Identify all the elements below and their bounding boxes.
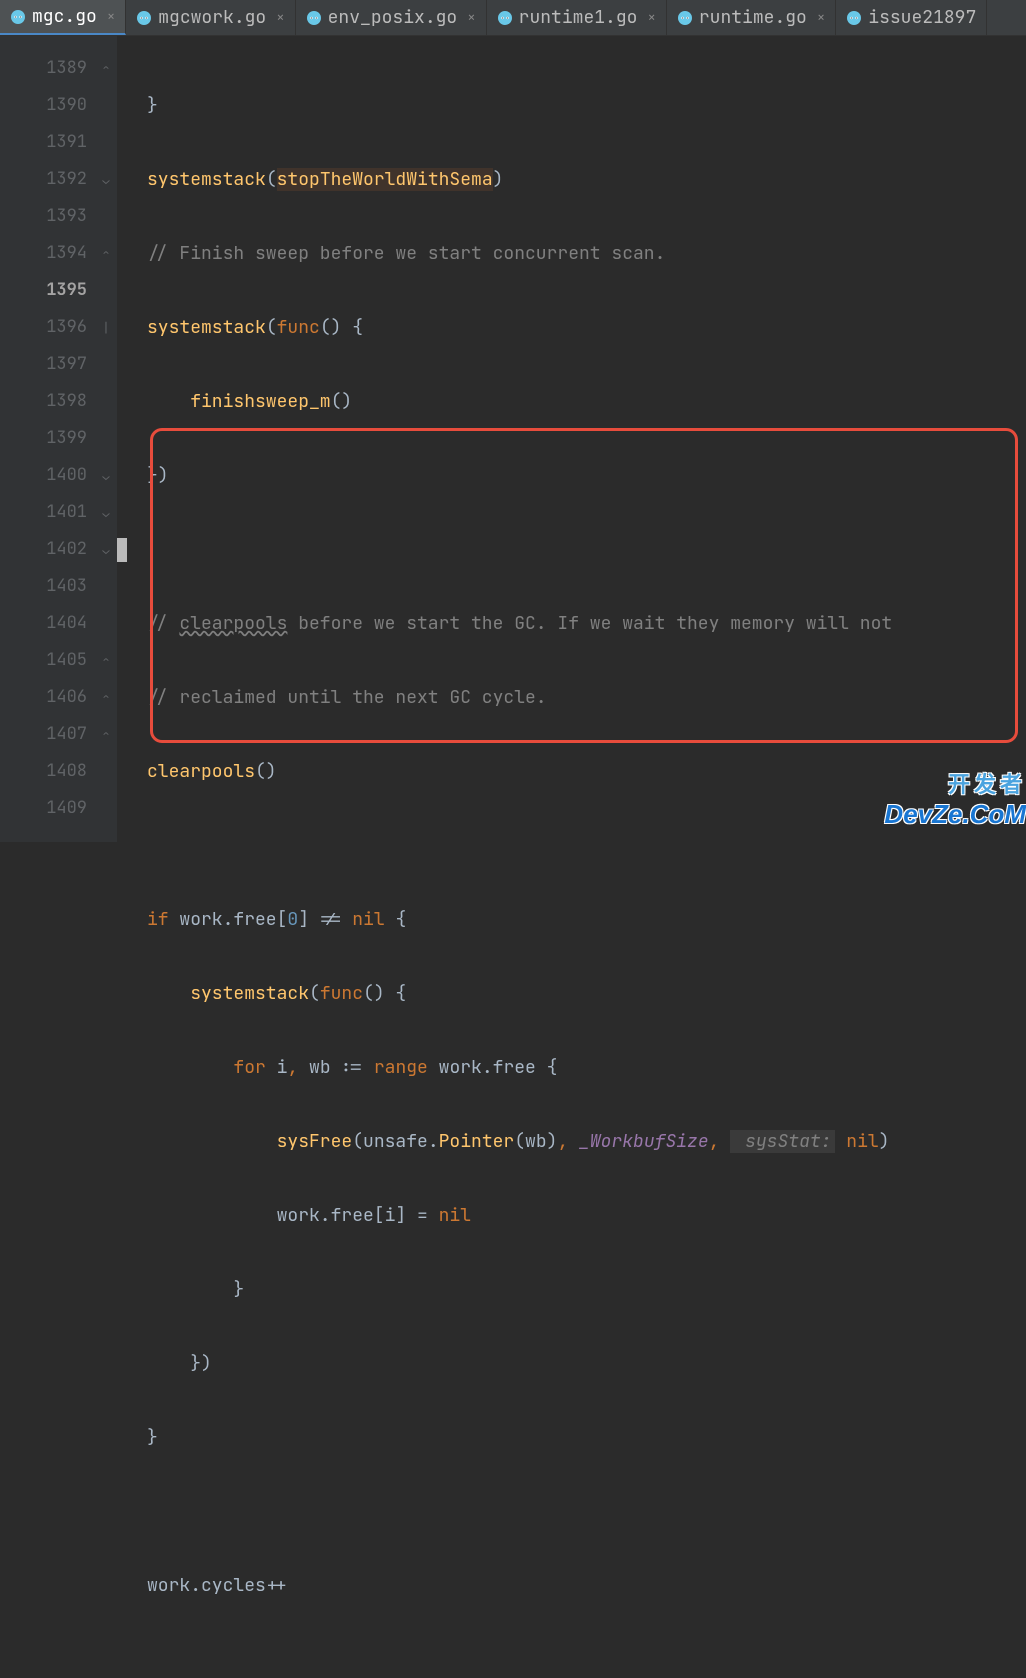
- code-line: systemstack(func() {: [147, 309, 1026, 346]
- fold-marker[interactable]: |: [95, 309, 117, 346]
- code-line: // clearpools before we start the GC. If…: [147, 605, 1026, 642]
- line-number: 1407: [0, 716, 87, 753]
- go-file-icon: [10, 9, 26, 25]
- code-line: for i, wb := range work.free {: [147, 1049, 1026, 1086]
- code-line: }): [147, 457, 1026, 494]
- code-line: work.cycles++: [147, 1567, 1026, 1604]
- fold-marker: [95, 346, 117, 383]
- editor-area: 1389139013911392139313941395139613971398…: [0, 36, 1026, 842]
- line-number: 1393: [0, 198, 87, 235]
- code-line: clearpools(): [147, 753, 1026, 790]
- go-file-icon: [677, 10, 693, 26]
- code-line: }: [147, 1419, 1026, 1456]
- line-number: 1409: [0, 790, 87, 827]
- close-icon[interactable]: ×: [107, 8, 115, 26]
- code-line: [147, 1493, 1026, 1530]
- close-icon[interactable]: ×: [467, 9, 475, 27]
- tab-label: runtime1.go: [519, 6, 638, 29]
- line-number: 1401: [0, 494, 87, 531]
- fold-marker: [95, 198, 117, 235]
- tab-label: issue21897: [868, 6, 976, 29]
- code-line: }): [147, 1345, 1026, 1382]
- fold-marker: [95, 383, 117, 420]
- code-line: [147, 827, 1026, 864]
- fold-marker: [95, 790, 117, 827]
- tab-mgc[interactable]: mgc.go ×: [0, 0, 126, 35]
- line-number: 1395: [0, 272, 87, 309]
- close-icon[interactable]: ×: [817, 9, 825, 27]
- fold-marker: [95, 124, 117, 161]
- line-number-gutter: 1389139013911392139313941395139613971398…: [0, 36, 95, 842]
- fold-marker[interactable]: ⌃: [95, 716, 117, 753]
- code-line: // Finish sweep before we start concurre…: [147, 235, 1026, 272]
- line-number: 1392: [0, 161, 87, 198]
- fold-marker[interactable]: ⌄: [95, 457, 117, 494]
- line-number: 1406: [0, 679, 87, 716]
- fold-marker[interactable]: ⌃: [95, 679, 117, 716]
- tab-mgcwork[interactable]: mgcwork.go ×: [126, 0, 295, 35]
- close-icon[interactable]: ×: [276, 9, 284, 27]
- code-line: // reclaimed until the next GC cycle.: [147, 679, 1026, 716]
- fold-marker[interactable]: ⌃: [95, 642, 117, 679]
- fold-column: ⌃⌄⌃|⌄⌄⌄⌃⌃⌃: [95, 36, 117, 842]
- editor-tabs: mgc.go × mgcwork.go × env_posix.go × run…: [0, 0, 1026, 36]
- fold-marker: [95, 87, 117, 124]
- fold-marker[interactable]: ⌃: [95, 235, 117, 272]
- line-number: 1402: [0, 531, 87, 568]
- tab-issue21897[interactable]: issue21897: [836, 0, 987, 35]
- code-line-current: [117, 531, 1026, 568]
- text-cursor: [117, 538, 127, 562]
- tab-label: mgc.go: [32, 5, 97, 28]
- fold-marker[interactable]: ⌄: [95, 161, 117, 198]
- code-line: systemstack(func() {: [147, 975, 1026, 1012]
- code-line: }: [147, 87, 1026, 124]
- line-number: 1390: [0, 87, 87, 124]
- fold-marker[interactable]: ⌄: [95, 531, 117, 568]
- code-line: finishsweep_m(): [147, 383, 1026, 420]
- line-number: 1397: [0, 346, 87, 383]
- line-number: 1403: [0, 568, 87, 605]
- code-area[interactable]: } systemstack(stopTheWorldWithSema) // F…: [117, 36, 1026, 842]
- tab-runtime1[interactable]: runtime1.go ×: [487, 0, 667, 35]
- line-number: 1396: [0, 309, 87, 346]
- fold-marker: [95, 420, 117, 457]
- code-line: systemstack(stopTheWorldWithSema): [147, 161, 1026, 198]
- tab-label: runtime.go: [699, 6, 807, 29]
- code-line: work.free[i] = nil: [147, 1197, 1026, 1234]
- fold-marker: [95, 753, 117, 790]
- line-number: 1408: [0, 753, 87, 790]
- line-number: 1405: [0, 642, 87, 679]
- go-file-icon: [306, 10, 322, 26]
- tab-label: mgcwork.go: [158, 6, 266, 29]
- line-number: 1404: [0, 605, 87, 642]
- line-number: 1400: [0, 457, 87, 494]
- fold-marker: [95, 272, 117, 309]
- go-file-icon: [136, 10, 152, 26]
- fold-marker[interactable]: ⌃: [95, 50, 117, 87]
- go-file-icon: [846, 10, 862, 26]
- line-number: 1394: [0, 235, 87, 272]
- go-file-icon: [497, 10, 513, 26]
- code-line: }: [147, 1271, 1026, 1308]
- fold-marker: [95, 568, 117, 605]
- code-line: if work.free[0] != nil {: [147, 901, 1026, 938]
- fold-marker: [95, 605, 117, 642]
- code-line: sysFree(unsafe.Pointer(wb), _WorkbufSize…: [147, 1123, 1026, 1160]
- line-number: 1398: [0, 383, 87, 420]
- tab-env-posix[interactable]: env_posix.go ×: [296, 0, 487, 35]
- line-number: 1391: [0, 124, 87, 161]
- tab-runtime[interactable]: runtime.go ×: [667, 0, 836, 35]
- line-number: 1389: [0, 50, 87, 87]
- close-icon[interactable]: ×: [647, 9, 655, 27]
- fold-marker[interactable]: ⌄: [95, 494, 117, 531]
- line-number: 1399: [0, 420, 87, 457]
- tab-label: env_posix.go: [328, 6, 458, 29]
